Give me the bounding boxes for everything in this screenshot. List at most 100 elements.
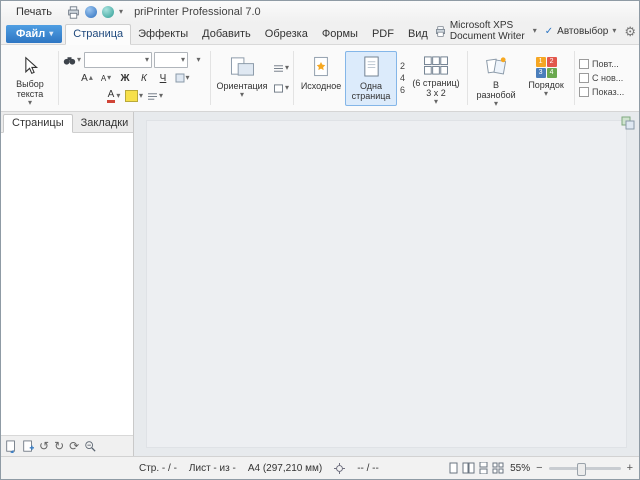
one-page-label: Одна страница (352, 81, 391, 102)
rotate-left-icon[interactable]: ↺ (39, 440, 49, 452)
one-page-button[interactable]: Одна страница (345, 51, 397, 106)
tab-effects[interactable]: Эффекты (131, 25, 195, 44)
text-effects-dropdown[interactable]: ▾ (174, 70, 191, 87)
orientation-extra-column: ▾ ▾ (272, 60, 290, 97)
panel-toggle-icon[interactable] (621, 116, 635, 130)
gear-icon[interactable]: ⚙ (624, 25, 636, 38)
shuffle-button[interactable]: В разнобой ▾ (471, 51, 521, 106)
sidebar-tab-bookmarks[interactable]: Закладки (73, 115, 137, 132)
zoom-in-button[interactable]: + (627, 463, 633, 474)
quick-access-dropdown-icon[interactable]: ▾ (119, 8, 123, 16)
printer-select[interactable]: Microsoft XPS Document Writer ▾ (435, 20, 537, 42)
underline-button[interactable]: Ч (155, 70, 172, 87)
export-page-icon[interactable] (5, 440, 17, 453)
view-single-page-icon[interactable] (448, 462, 459, 474)
pages-6-button[interactable]: 6 (400, 85, 405, 95)
ribbon-separator (574, 51, 575, 105)
check-icon: ✓ (545, 26, 553, 37)
new-sheet-checkbox[interactable] (579, 73, 589, 83)
rotate-right-icon[interactable]: ↻ (54, 440, 64, 452)
crosshair-icon (334, 463, 345, 474)
preview-page[interactable] (146, 120, 627, 448)
font-row-3: А ▾ ▾ ▾ (105, 88, 164, 104)
select-text-button[interactable]: Выбор текста ▾ (5, 51, 55, 106)
tab-crop[interactable]: Обрезка (258, 25, 315, 44)
tab-view[interactable]: Вид (401, 25, 435, 44)
help-sphere-icon[interactable] (102, 6, 114, 18)
tab-page[interactable]: Страница (65, 24, 131, 45)
new-sheet-checkbox-row[interactable]: С нов... (579, 73, 624, 83)
pages-2-button[interactable]: 2 (400, 61, 405, 71)
view-facing-pages-icon[interactable] (462, 462, 475, 474)
font-size-combo[interactable]: ▾ (154, 52, 188, 68)
print-quick-button[interactable]: Печать (7, 4, 61, 20)
caret-down-icon: ▾ (434, 98, 438, 106)
italic-button[interactable]: К (136, 70, 153, 87)
orientation-button[interactable]: Ориентация ▾ (214, 51, 270, 106)
add-page-icon[interactable] (22, 440, 34, 453)
original-view-button[interactable]: Исходное (297, 51, 345, 106)
find-button[interactable]: ▾ (62, 52, 82, 69)
refresh-icon[interactable]: ⟳ (69, 440, 79, 452)
settings-sphere-icon[interactable] (85, 6, 97, 18)
show-checkbox-label: Показ... (592, 87, 624, 97)
file-menu-button[interactable]: Файл ▾ (6, 25, 62, 43)
status-coordinates: -- / -- (357, 463, 379, 474)
multipage-number-column: 2 4 6 (397, 61, 408, 95)
repeat-checkbox[interactable] (579, 59, 589, 69)
show-checkbox[interactable] (579, 87, 589, 97)
bold-button[interactable]: Ж (117, 70, 134, 87)
preview-area[interactable] (134, 112, 639, 456)
order-button[interactable]: 1 2 3 4 Порядок ▾ (521, 51, 571, 106)
order-tile-1: 1 (536, 57, 546, 67)
highlight-button[interactable]: ▾ (124, 88, 144, 105)
autoselect-label: Автовыбор (557, 26, 608, 37)
pointer-icon (20, 55, 40, 77)
grow-font-button[interactable]: А ▴ (79, 70, 96, 87)
font-extra-dropdown[interactable]: ▾ (190, 52, 207, 69)
original-page-icon (311, 55, 331, 79)
order-tile-2: 2 (547, 57, 557, 67)
ribbon-separator (293, 51, 294, 105)
view-continuous-icon[interactable] (478, 462, 489, 474)
select-text-label: Выбор текста (16, 79, 44, 100)
view-thumbnails-icon[interactable] (492, 462, 504, 474)
tab-forms[interactable]: Формы (315, 25, 365, 44)
pages-thumbnail-panel[interactable] (1, 133, 133, 435)
tab-insert[interactable]: Добавить (195, 25, 258, 44)
font-color-button[interactable]: А ▾ (105, 88, 122, 105)
ribbon-separator (467, 51, 468, 105)
sidebar-tab-pages[interactable]: Страницы (3, 114, 73, 133)
tab-pdf[interactable]: PDF (365, 25, 401, 44)
one-page-icon (362, 55, 381, 79)
window-title: priPrinter Professional 7.0 (134, 6, 261, 18)
caret-down-icon: ▾ (494, 100, 498, 108)
autoselect-dropdown[interactable]: ✓ Автовыбор ▾ (545, 26, 617, 37)
tabrow-right-cluster: Microsoft XPS Document Writer ▾ ✓ Автовы… (435, 20, 636, 44)
six-pages-button[interactable]: (6 страниц) 3 x 2 ▾ (408, 51, 464, 106)
text-style-dropdown[interactable]: ▾ (146, 88, 164, 105)
zoom-slider-thumb[interactable] (577, 463, 586, 476)
margins-dropdown[interactable]: ▾ (272, 60, 290, 77)
printer-icon[interactable] (66, 5, 80, 19)
printer-select-value: Microsoft XPS Document Writer (450, 20, 529, 42)
group-options: Повт... С нов... Показ... (576, 47, 627, 109)
caret-down-icon: ▾ (285, 64, 289, 72)
repeat-checkbox-row[interactable]: Повт... (579, 59, 624, 69)
zoom-out-panel-icon[interactable] (84, 440, 96, 452)
shrink-font-button[interactable]: А ▾ (98, 70, 115, 87)
font-row-2: А ▴ А ▾ Ж К Ч ▾ (79, 70, 191, 86)
zoom-out-button[interactable]: − (536, 463, 542, 474)
content-area: Страницы Закладки ↺ ↻ ⟳ (1, 112, 639, 456)
font-family-combo[interactable]: ▾ (84, 52, 152, 68)
show-checkbox-row[interactable]: Показ... (579, 87, 624, 97)
app-window: Печать ▾ priPrinter Professional 7.0 Фай… (0, 0, 640, 480)
pages-4-button[interactable]: 4 (400, 73, 405, 83)
caret-up-icon: ▴ (89, 74, 93, 82)
zoom-slider[interactable] (549, 467, 621, 470)
order-numbers-icon: 1 2 3 4 (536, 57, 557, 78)
caret-down-icon: ▾ (186, 74, 190, 82)
ribbon: Выбор текста ▾ ▾ ▾ ▾ ▾ (1, 45, 639, 112)
paper-size-dropdown[interactable]: ▾ (272, 80, 290, 97)
ribbon-separator (210, 51, 211, 105)
